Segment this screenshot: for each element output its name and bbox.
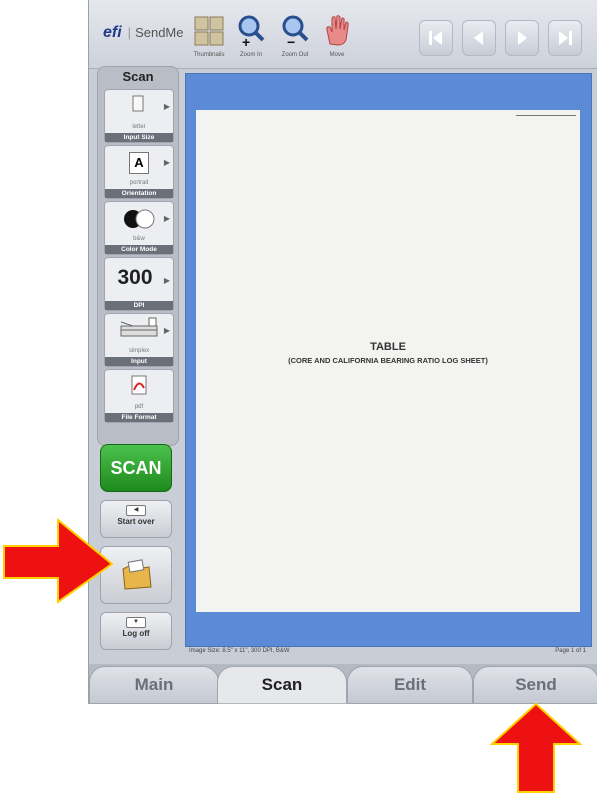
page-edge-line [516,115,576,116]
orientation-setting[interactable]: A ▶ portrait Orientation [104,145,174,199]
next-page-button[interactable] [505,20,539,56]
portrait-glyph: A [129,152,149,174]
previous-page-button[interactable] [462,20,496,56]
annotation-arrow-send [489,702,583,793]
input-size-label: Input Size [105,133,173,142]
scan-settings-panel: Scan ▶ letter Input Size A ▶ portrait Or… [97,66,179,446]
color-mode-icon [124,209,155,229]
first-page-icon [429,31,442,45]
input-setting[interactable]: ▶ simplex Input [104,313,174,367]
orientation-label: Orientation [105,189,173,198]
dpi-setting[interactable]: 300 ▶ DPI [104,257,174,311]
scanned-page-preview: TABLE (CORE AND CALIFORNIA BEARING RATIO… [196,110,580,612]
start-over-icon: ◀ [126,505,146,516]
last-page-icon [559,31,572,45]
first-page-button[interactable] [419,20,453,56]
previous-page-icon [474,31,483,45]
expand-arrow-icon: ▶ [163,214,170,223]
document-title: TABLE [370,341,406,353]
input-size-value: letter [132,124,146,130]
brand: efi | SendMe [103,24,184,41]
bottom-tab-bar: Main Scan Edit Send [89,664,597,704]
simplex-scanner-icon [120,317,158,337]
move-label: Move [329,52,345,58]
tab-main[interactable]: Main [89,666,219,704]
file-format-label: File Format [105,413,173,422]
document-subtitle: (CORE AND CALIFORNIA BEARING RATIO LOG S… [288,356,488,365]
zoom-out-icon: − [273,12,317,50]
color-mode-setting[interactable]: ▶ b&w Color Mode [104,201,174,255]
file-format-value: pdf [134,404,144,410]
efi-logo: efi [103,24,122,41]
device-screen: efi | SendMe Thumbnails + Zoom In − Zoom O… [88,0,597,704]
last-page-button[interactable] [548,20,582,56]
zoom-in-label: Zoom In [239,52,262,58]
log-off-label: Log off [122,629,150,638]
move-button[interactable]: Move [315,12,359,58]
zoom-in-button[interactable]: + Zoom In [229,12,273,58]
panel-title: Scan [122,69,154,84]
preview-canvas[interactable]: TABLE (CORE AND CALIFORNIA BEARING RATIO… [185,73,592,647]
zoom-out-button[interactable]: − Zoom Out [273,12,317,58]
input-size-setting[interactable]: ▶ letter Input Size [104,89,174,143]
next-page-icon [518,31,527,45]
input-value: simplex [128,348,150,354]
thumbnails-icon [187,12,231,50]
annotation-arrow-folder [3,517,114,604]
scan-button[interactable]: SCAN [100,444,172,492]
dpi-label: DPI [105,301,173,310]
tab-send[interactable]: Send [473,666,597,704]
file-format-setting[interactable]: pdf File Format [104,369,174,423]
color-mode-value: b&w [133,236,145,242]
thumbnails-label: Thumbnails [193,52,225,58]
input-label: Input [105,357,173,366]
expand-arrow-icon: ▶ [163,276,170,285]
status-bar: Image Size: 8.5" x 11", 300 DPI, B&W Pag… [185,645,590,659]
color-mode-label: Color Mode [105,245,173,254]
expand-arrow-icon: ▶ [163,326,170,335]
top-toolbar: efi | SendMe Thumbnails + Zoom In − Zoom O… [89,0,597,69]
zoom-out-label: Zoom Out [281,52,309,58]
tab-edit[interactable]: Edit [347,666,473,704]
svg-text:+: + [242,34,250,48]
app-name: SendMe [135,25,184,40]
pdf-file-icon [131,375,147,395]
page-indicator: Page 1 of 1 [555,648,586,654]
tab-scan[interactable]: Scan [217,666,347,703]
svg-text:−: − [287,34,295,48]
hand-icon [315,12,359,50]
zoom-in-icon: + [229,12,273,50]
thumbnails-button[interactable]: Thumbnails [187,12,231,58]
orientation-value: portrait [129,180,149,186]
expand-arrow-icon: ▶ [163,102,170,111]
log-off-button[interactable]: ▼ Log off [100,612,172,650]
dpi-value: 300 [117,266,153,289]
page-size-icon [132,95,144,112]
log-off-icon: ▼ [126,617,146,628]
expand-arrow-icon: ▶ [163,158,170,167]
image-info: Image Size: 8.5" x 11", 300 DPI, B&W [189,648,290,654]
